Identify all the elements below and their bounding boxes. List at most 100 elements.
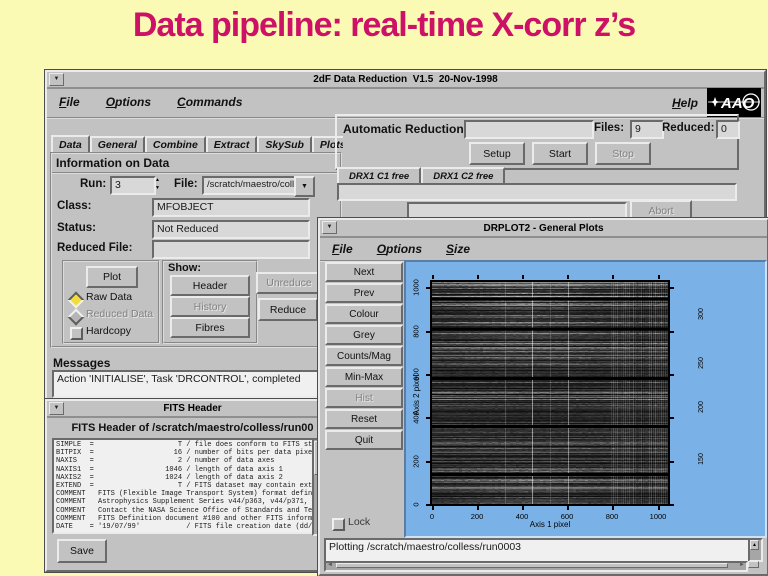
aao-logo-icon: AAO	[707, 88, 761, 117]
tab-data[interactable]: Data	[51, 135, 90, 152]
right-axis-label: 250	[698, 357, 705, 369]
menu-size[interactable]: Size	[446, 242, 470, 256]
class-label: Class:	[57, 200, 92, 212]
ccd-image[interactable]	[432, 282, 668, 504]
plot-button[interactable]: Plot	[86, 266, 138, 288]
grey-button[interactable]: Grey	[325, 325, 403, 345]
window-menu-icon[interactable]: ▼	[322, 221, 337, 234]
scroll-up-icon[interactable]: ▲	[750, 540, 759, 550]
task-progress-field	[407, 202, 627, 219]
file-label: File:	[174, 178, 198, 190]
tab-general[interactable]: General	[89, 136, 145, 152]
x-tick	[658, 506, 660, 510]
right-axis-label: 150	[698, 453, 705, 465]
x-tick	[522, 506, 524, 510]
show-label: Show:	[168, 262, 201, 274]
fits-titlebar[interactable]: ▼ FITS Header	[47, 401, 338, 418]
fits-text-area[interactable]: SIMPLE = T / file does conform to FITS s…	[52, 438, 314, 534]
file-field[interactable]: /scratch/maestro/colless	[202, 176, 298, 195]
prev-button[interactable]: Prev	[325, 283, 403, 303]
plot-vscrollbar[interactable]: ▲	[748, 538, 763, 562]
main-window-title: 2dF Data Reduction V1.5 20-Nov-1998	[313, 74, 498, 85]
reset-button[interactable]: Reset	[325, 409, 403, 429]
menu-options[interactable]: Options	[377, 242, 422, 256]
menu-help[interactable]: Help	[672, 96, 698, 110]
header-button[interactable]: Header	[170, 275, 250, 296]
task-tab-1[interactable]: DRX1 C1 free	[337, 167, 422, 183]
scrollbar-thumb[interactable]	[336, 563, 728, 568]
reduced-data-radio[interactable]	[67, 308, 85, 326]
run-spinner[interactable]: ▲ ▼	[152, 176, 163, 193]
y-tick	[670, 331, 674, 333]
hardcopy-checkbox[interactable]	[70, 327, 83, 340]
spinner-down-icon[interactable]: ▼	[152, 184, 163, 192]
min-max-button[interactable]: Min-Max	[325, 367, 403, 387]
menu-options[interactable]: Options	[106, 95, 151, 109]
class-field[interactable]: MFOBJECT	[152, 198, 310, 217]
history-button[interactable]: History	[170, 296, 250, 317]
colour-button[interactable]: Colour	[325, 304, 403, 324]
tab-extract[interactable]: Extract	[205, 136, 258, 152]
y-tick	[670, 417, 674, 419]
right-axis-label: 200	[698, 401, 705, 413]
unreduce-button[interactable]: Unreduce	[256, 272, 322, 294]
x-tick	[522, 275, 524, 279]
fits-line: NAXIS1 = 1046 / length of data axis 1	[56, 465, 283, 474]
x-tick-label: 800	[605, 512, 619, 521]
tab-combine[interactable]: Combine	[144, 136, 206, 152]
setup-button[interactable]: Setup	[469, 142, 525, 165]
fits-line: COMMENT FITS Definition document #100 an…	[56, 514, 314, 523]
reduce-button[interactable]: Reduce	[258, 298, 318, 321]
fits-heading: FITS Header of /scratch/maestro/colless/…	[71, 422, 314, 434]
plot-window-title: DRPLOT2 - General Plots	[483, 222, 604, 234]
files-field: 9	[630, 120, 664, 139]
start-button[interactable]: Start	[532, 142, 588, 165]
plot-hscrollbar[interactable]: ◄ ►	[324, 561, 748, 572]
quit-button[interactable]: Quit	[325, 430, 403, 450]
plot-titlebar[interactable]: ▼ DRPLOT2 - General Plots	[320, 220, 767, 238]
tab-skysub[interactable]: SkySub	[257, 136, 312, 152]
counts-mag-button[interactable]: Counts/Mag	[325, 346, 403, 366]
reduced-file-field	[152, 240, 310, 259]
data-tabs: DataGeneralCombineExtractSkySubPlotsHard	[51, 132, 343, 152]
window-menu-icon[interactable]: ▼	[49, 73, 64, 86]
y-tick-label: 0	[411, 502, 421, 507]
scroll-left-icon[interactable]: ◄	[327, 562, 333, 568]
raw-data-label: Raw Data	[86, 291, 133, 303]
reduced-data-label: Reduced Data	[86, 308, 154, 320]
info-panel: Information on Data Run: 3 ▲ ▼ File: /sc…	[50, 152, 342, 348]
plot-window: ▼ DRPLOT2 - General Plots File Options S…	[318, 218, 768, 576]
show-group: Show: Header History Fibres	[162, 260, 258, 344]
y-axis-title: Axis 2 pixel	[412, 374, 421, 416]
menu-file[interactable]: File	[332, 242, 353, 256]
stop-button[interactable]: Stop	[595, 142, 651, 165]
x-tick	[567, 275, 569, 279]
window-menu-icon[interactable]: ▼	[49, 402, 64, 415]
y-tick	[670, 461, 674, 463]
status-field: Not Reduced	[152, 220, 310, 239]
hist-button[interactable]: Hist	[325, 388, 403, 408]
ccd-image-frame	[430, 280, 670, 506]
x-tick-label: 1000	[649, 512, 667, 521]
run-field[interactable]: 3	[110, 176, 156, 195]
task-tab-2[interactable]: DRX1 C2 free	[421, 167, 506, 183]
y-tick	[670, 287, 674, 289]
fits-line: COMMENT FITS (Flexible Image Transport S…	[56, 490, 314, 499]
lock-checkbox[interactable]	[332, 518, 345, 531]
menu-commands[interactable]: Commands	[177, 95, 242, 109]
next-button[interactable]: Next	[325, 262, 403, 282]
resize-corner[interactable]	[748, 561, 759, 568]
raw-data-radio[interactable]	[67, 291, 85, 309]
x-tick	[612, 275, 614, 279]
fits-line: BITPIX = 16 / number of bits per data pi…	[56, 449, 314, 458]
save-button[interactable]: Save	[57, 539, 107, 563]
spinner-up-icon[interactable]: ▲	[152, 176, 163, 184]
plot-canvas-area[interactable]: 0 200 400 600 800 1000 0 200 400 600 800 1000 300 250…	[404, 260, 767, 538]
scroll-right-icon[interactable]: ►	[739, 562, 745, 568]
file-dropdown-button[interactable]: ▼	[294, 176, 315, 197]
files-label: Files:	[594, 122, 625, 134]
y-tick	[426, 287, 430, 289]
fibres-button[interactable]: Fibres	[170, 317, 250, 338]
y-tick	[670, 374, 674, 376]
menu-file[interactable]: File	[59, 95, 80, 109]
